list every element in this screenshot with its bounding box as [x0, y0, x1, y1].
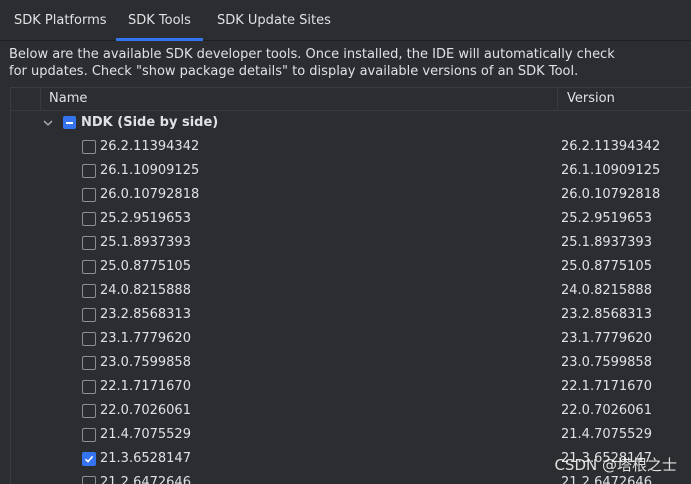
row-version: 25.1.8937393: [561, 235, 652, 250]
row-version: 26.0.10792818: [561, 187, 661, 202]
description-line-1: Below are the available SDK developer to…: [9, 47, 615, 62]
table-body: NDK (Side by side) 26.2.11394342 26.2.11…: [11, 111, 691, 484]
checkbox[interactable]: [82, 188, 96, 202]
row-version: 23.1.7779620: [561, 331, 652, 346]
row-name: 22.1.7171670: [100, 379, 191, 394]
table-row[interactable]: 25.1.8937393 25.1.8937393: [11, 231, 691, 255]
checkmark-icon: [84, 455, 94, 463]
column-header-version[interactable]: Version: [557, 88, 691, 110]
row-version: 22.1.7171670: [561, 379, 652, 394]
table-row[interactable]: 26.0.10792818 26.0.10792818: [11, 183, 691, 207]
table-header: Name Version: [11, 88, 691, 111]
checkbox[interactable]: [82, 404, 96, 418]
table-row[interactable]: 26.2.11394342 26.2.11394342: [11, 135, 691, 159]
tab-bar: SDK Platforms SDK Tools SDK Update Sites: [0, 0, 691, 41]
table-row[interactable]: 22.1.7171670 22.1.7171670: [11, 375, 691, 399]
row-name: 21.3.6528147: [100, 451, 191, 466]
checkbox[interactable]: [82, 284, 96, 298]
header-gutter: [11, 88, 41, 110]
tab-sdk-tools[interactable]: SDK Tools: [116, 0, 203, 41]
checkbox[interactable]: [82, 212, 96, 226]
checkbox-ndk-mixed[interactable]: [63, 116, 76, 129]
description-text: Below are the available SDK developer to…: [9, 46, 615, 80]
row-version: 21.4.7075529: [561, 427, 652, 442]
checkbox[interactable]: [82, 308, 96, 322]
row-name: 23.1.7779620: [100, 331, 191, 346]
table-row[interactable]: 23.0.7599858 23.0.7599858: [11, 351, 691, 375]
checkbox[interactable]: [82, 380, 96, 394]
csdn-watermark: CSDN @塔根之士: [554, 456, 677, 474]
row-name: 24.0.8215888: [100, 283, 191, 298]
column-header-name[interactable]: Name: [49, 88, 87, 110]
row-version: 24.0.8215888: [561, 283, 652, 298]
row-name: 23.2.8568313: [100, 307, 191, 322]
row-version: 22.0.7026061: [561, 403, 652, 418]
table-row[interactable]: 21.4.7075529 21.4.7075529: [11, 423, 691, 447]
row-version: 25.0.8775105: [561, 259, 652, 274]
checkbox-checked[interactable]: [82, 452, 96, 466]
row-name: 25.2.9519653: [100, 211, 191, 226]
row-version: 25.2.9519653: [561, 211, 652, 226]
table-row[interactable]: 23.2.8568313 23.2.8568313: [11, 303, 691, 327]
table-row[interactable]: 26.1.10909125 26.1.10909125: [11, 159, 691, 183]
table-row[interactable]: 25.2.9519653 25.2.9519653: [11, 207, 691, 231]
row-name: 21.4.7075529: [100, 427, 191, 442]
row-name: 21.2.6472646: [100, 475, 191, 484]
checkbox[interactable]: [82, 428, 96, 442]
row-name: 26.1.10909125: [100, 163, 200, 178]
row-version: 26.1.10909125: [561, 163, 661, 178]
row-name: 26.0.10792818: [100, 187, 200, 202]
checkbox[interactable]: [82, 236, 96, 250]
checkbox[interactable]: [82, 332, 96, 346]
row-name: 22.0.7026061: [100, 403, 191, 418]
sdk-tools-table: Name Version NDK (Side by side) 26.2.113…: [10, 87, 691, 484]
checkbox[interactable]: [82, 164, 96, 178]
description-line-2: for updates. Check "show package details…: [9, 64, 579, 79]
ndk-group-label: NDK (Side by side): [81, 115, 219, 130]
checkbox[interactable]: [82, 356, 96, 370]
row-name: 25.0.8775105: [100, 259, 191, 274]
row-version: 23.0.7599858: [561, 355, 652, 370]
checkbox[interactable]: [82, 140, 96, 154]
tab-sdk-platforms[interactable]: SDK Platforms: [14, 0, 107, 41]
table-row[interactable]: 23.1.7779620 23.1.7779620: [11, 327, 691, 351]
table-row[interactable]: 22.0.7026061 22.0.7026061: [11, 399, 691, 423]
chevron-down-icon[interactable]: [41, 111, 55, 135]
row-name: 25.1.8937393: [100, 235, 191, 250]
checkbox[interactable]: [82, 476, 96, 484]
checkbox[interactable]: [82, 260, 96, 274]
row-name: 26.2.11394342: [100, 139, 200, 154]
table-row[interactable]: 25.0.8775105 25.0.8775105: [11, 255, 691, 279]
row-name: 23.0.7599858: [100, 355, 191, 370]
table-row[interactable]: 24.0.8215888 24.0.8215888: [11, 279, 691, 303]
tab-sdk-update-sites[interactable]: SDK Update Sites: [217, 0, 331, 41]
row-version: 23.2.8568313: [561, 307, 652, 322]
table-row-ndk-parent[interactable]: NDK (Side by side): [11, 111, 691, 135]
row-version: 26.2.11394342: [561, 139, 661, 154]
